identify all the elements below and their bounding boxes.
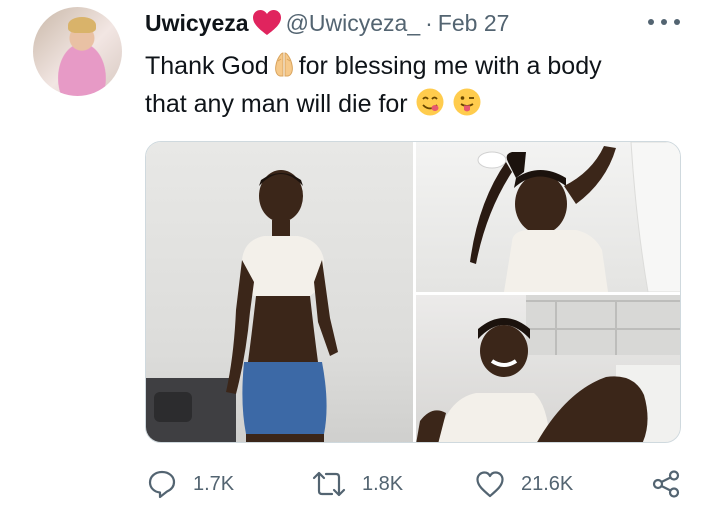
red-heart-icon xyxy=(252,10,281,35)
photo-3[interactable] xyxy=(416,295,680,442)
photo-1-figure xyxy=(146,170,338,442)
avatar-hair xyxy=(68,17,96,33)
retweet-button[interactable]: 1.8K xyxy=(312,466,403,502)
more-icon[interactable] xyxy=(648,16,680,28)
media-grid[interactable] xyxy=(145,141,681,443)
tongue-out-face-icon xyxy=(453,88,481,116)
photo-3-figure xyxy=(416,295,680,442)
tweet-text-line1-part1: Thank God xyxy=(145,52,269,80)
face-savoring-food-icon xyxy=(416,88,444,116)
retweet-count: 1.8K xyxy=(362,472,404,495)
tweet[interactable]: Uwicyeza @Uwicyeza_ · Feb 27 Thank God f… xyxy=(0,0,714,513)
share-button[interactable] xyxy=(651,466,681,502)
tweet-text-line2: that any man will die for xyxy=(145,90,408,118)
tweet-text: Thank God for blessing me with a body th… xyxy=(145,47,685,123)
share-icon xyxy=(652,470,680,498)
display-name[interactable]: Uwicyeza xyxy=(145,10,249,37)
user-handle[interactable]: @Uwicyeza_ xyxy=(286,10,421,37)
retweet-icon xyxy=(312,471,346,497)
reply-count: 1.7K xyxy=(193,472,235,495)
like-icon xyxy=(476,471,504,498)
like-count: 21.6K xyxy=(521,472,574,495)
like-button[interactable]: 21.6K xyxy=(475,466,573,502)
photo-1[interactable] xyxy=(146,142,413,442)
action-bar: 1.7K 1.8K 21.6K xyxy=(145,466,685,502)
folded-hands-icon xyxy=(274,52,293,77)
tweet-date[interactable]: Feb 27 xyxy=(438,10,510,37)
reply-icon xyxy=(148,470,176,499)
tweet-text-line1-part2: for blessing me with a body xyxy=(298,52,602,80)
reply-button[interactable]: 1.7K xyxy=(147,466,234,502)
tweet-header: Uwicyeza @Uwicyeza_ · Feb 27 xyxy=(145,8,509,38)
separator-dot: · xyxy=(425,9,433,36)
photo-2[interactable] xyxy=(416,142,680,292)
photo-2-figure xyxy=(470,142,680,292)
avatar[interactable] xyxy=(33,7,122,96)
